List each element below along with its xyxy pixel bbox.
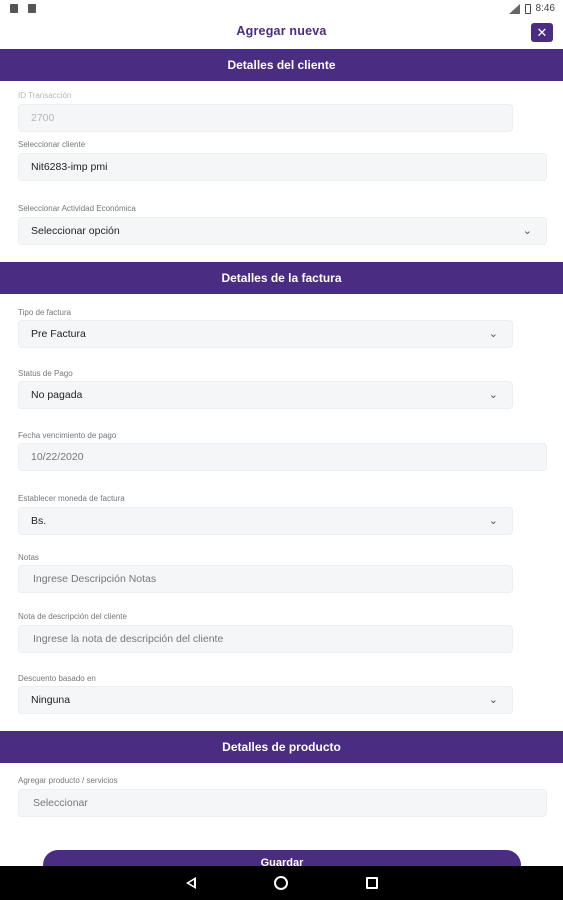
- recent-apps-icon[interactable]: [366, 877, 378, 889]
- invoice-type-value: Pre Factura: [31, 328, 86, 340]
- client-note-input[interactable]: Ingrese la nota de descripción del clien…: [18, 625, 513, 653]
- due-date-input[interactable]: 10/22/2020: [18, 443, 547, 471]
- discount-dropdown[interactable]: Ninguna ⌄: [18, 686, 513, 714]
- close-icon: ✕: [536, 25, 548, 40]
- transaction-id-label: ID Transacción: [18, 91, 72, 100]
- status-time: 8:46: [535, 3, 555, 14]
- client-select-value: Nit6283-imp pmi: [31, 161, 108, 173]
- chevron-down-icon: ⌄: [488, 694, 498, 706]
- due-date-label: Fecha vencimiento de pago: [18, 431, 117, 440]
- discount-label: Descuento basado en: [18, 674, 96, 683]
- page-title: Agregar nueva: [236, 24, 327, 38]
- section-product-header: Detalles de producto: [0, 731, 563, 763]
- payment-status-value: No pagada: [31, 389, 83, 401]
- activity-select-dropdown[interactable]: Seleccionar opción ⌄: [18, 217, 547, 245]
- app-header: Agregar nueva ✕: [0, 18, 563, 48]
- notification-icon: [10, 4, 18, 13]
- chevron-down-icon: ⌄: [488, 389, 498, 401]
- currency-label: Establecer moneda de factura: [18, 494, 125, 503]
- activity-select-value: Seleccionar opción: [31, 225, 120, 237]
- payment-status-dropdown[interactable]: No pagada ⌄: [18, 381, 513, 409]
- transaction-id-field: 2700: [18, 104, 513, 132]
- chevron-down-icon: ⌄: [488, 328, 498, 340]
- section-client-header: Detalles del cliente: [0, 49, 563, 81]
- battery-icon: [524, 3, 531, 14]
- currency-dropdown[interactable]: Bs. ⌄: [18, 507, 513, 535]
- signal-icon: [508, 3, 520, 14]
- add-product-input[interactable]: Seleccionar: [18, 789, 547, 817]
- navigation-bar: [0, 866, 563, 900]
- payment-status-label: Status de Pago: [18, 369, 73, 378]
- notes-label: Notas: [18, 553, 39, 562]
- client-select-label: Seleccionar cliente: [18, 140, 86, 149]
- home-icon[interactable]: [274, 876, 288, 890]
- invoice-type-dropdown[interactable]: Pre Factura ⌄: [18, 320, 513, 348]
- close-button[interactable]: ✕: [531, 23, 553, 42]
- section-invoice-header: Detalles de la factura: [0, 262, 563, 294]
- status-bar: 8:46: [0, 0, 563, 18]
- invoice-type-label: Tipo de factura: [18, 308, 72, 317]
- notification-icon: [28, 4, 36, 13]
- notes-input[interactable]: Ingrese Descripción Notas: [18, 565, 513, 593]
- client-note-placeholder: Ingrese la nota de descripción del clien…: [33, 633, 224, 645]
- notes-placeholder: Ingrese Descripción Notas: [33, 573, 157, 585]
- client-note-label: Nota de descripción del cliente: [18, 612, 127, 621]
- due-date-value: 10/22/2020: [31, 451, 84, 463]
- client-select-input[interactable]: Nit6283-imp pmi: [18, 153, 547, 181]
- activity-select-label: Seleccionar Actividad Económica: [18, 204, 136, 213]
- discount-value: Ninguna: [31, 694, 71, 706]
- add-product-placeholder: Seleccionar: [33, 797, 88, 809]
- add-product-label: Agregar producto / servicios: [18, 776, 118, 785]
- chevron-down-icon: ⌄: [488, 515, 498, 527]
- currency-value: Bs.: [31, 515, 47, 527]
- chevron-down-icon: ⌄: [522, 225, 532, 237]
- back-icon[interactable]: [186, 877, 196, 889]
- transaction-id-value: 2700: [31, 112, 55, 124]
